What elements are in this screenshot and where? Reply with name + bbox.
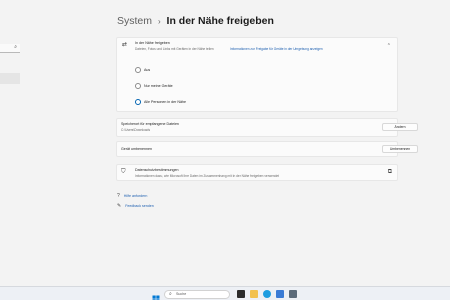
get-help-label: Hilfe anfordern — [123, 194, 148, 198]
share-icon: ⇄ — [122, 42, 128, 48]
privacy-description: Informationen dazu, wie Microsoft Ihre D… — [135, 174, 280, 178]
taskbar: ⌕ Suche — [0, 286, 450, 300]
file-explorer-icon[interactable] — [250, 290, 258, 298]
rename-device-card: Gerät umbenennen Umbenennen — [116, 141, 418, 157]
get-help-link[interactable]: ? Hilfe anfordern — [117, 193, 147, 199]
edge-icon[interactable] — [263, 290, 271, 298]
breadcrumb-system[interactable]: System — [117, 15, 152, 27]
rename-button[interactable]: Umbenennen — [382, 145, 418, 153]
feedback-icon: ✎ — [117, 203, 122, 209]
nearby-sharing-description: Dateien, Fotos und Links mit Geräten in … — [135, 46, 214, 51]
radio-my-devices[interactable] — [135, 83, 141, 89]
radio-off[interactable] — [135, 67, 141, 73]
change-location-button[interactable]: Ändern — [382, 123, 418, 131]
feedback-link[interactable]: ✎ Feedback senden — [117, 203, 154, 209]
help-icon: ? — [117, 193, 120, 199]
page-title: In der Nähe freigeben — [166, 15, 274, 27]
start-icon[interactable] — [152, 290, 160, 300]
sidebar-search-input[interactable]: ⌕ — [0, 44, 20, 53]
radio-off-label: Aus — [144, 68, 151, 72]
save-location-title: Speicherort für empfangene Dateien — [121, 122, 179, 126]
shield-icon: ⛉ — [121, 169, 126, 175]
privacy-title: Datenschutzbestimmungen — [135, 168, 179, 172]
save-location-path: C:\Users\Downloads — [121, 128, 151, 132]
store-icon[interactable] — [276, 290, 284, 298]
chevron-up-icon[interactable]: ⌃ — [387, 43, 391, 49]
sidebar: ⌕ — [0, 0, 22, 286]
search-icon: ⌕ — [14, 44, 17, 50]
rename-device-title: Gerät umbenennen — [121, 147, 152, 151]
radio-everyone[interactable] — [135, 99, 141, 105]
nearby-sharing-info-link[interactable]: Informationen zur Freigabe für Geräte in… — [230, 47, 323, 51]
sidebar-item-system[interactable] — [0, 73, 20, 84]
save-location-card: Speicherort für empfangene Dateien C:\Us… — [116, 118, 418, 137]
nearby-sharing-title: In der Nähe freigeben — [135, 41, 170, 45]
chevron-right-icon: › — [157, 17, 161, 26]
external-link-icon: ⧉ — [387, 169, 392, 175]
radio-everyone-label: Alle Personen in der Nähe — [144, 100, 186, 104]
nearby-sharing-card: ⇄ In der Nähe freigeben Dateien, Fotos u… — [116, 37, 398, 112]
taskbar-search-input[interactable]: ⌕ Suche — [164, 289, 230, 299]
privacy-card[interactable]: ⛉ Datenschutzbestimmungen Informationen … — [116, 164, 398, 181]
taskbar-search-placeholder: Suche — [176, 292, 187, 296]
feedback-label: Feedback senden — [125, 204, 154, 208]
radio-my-devices-label: Nur meine Geräte — [144, 84, 173, 88]
settings-icon[interactable] — [289, 290, 297, 298]
breadcrumb: System › In der Nähe freigeben — [117, 15, 274, 27]
search-icon: ⌕ — [169, 290, 172, 297]
task-view-icon[interactable] — [237, 290, 245, 298]
